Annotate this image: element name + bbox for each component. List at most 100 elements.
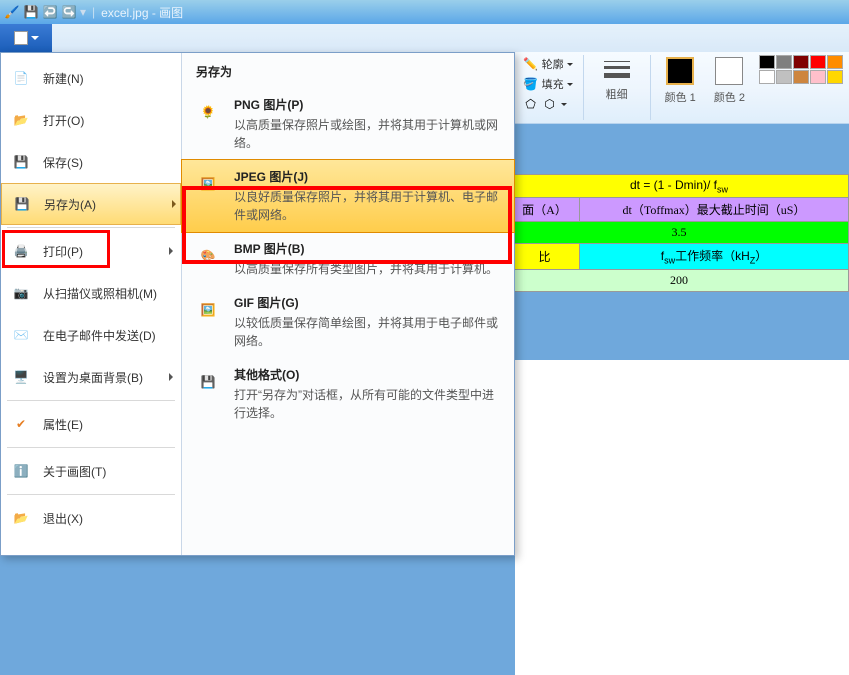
gif-icon: 🖼️ (192, 294, 224, 326)
fill-label: 填充 (542, 76, 564, 92)
file-menu-dropdown: 📄新建(N) 📂打开(O) 💾保存(S) 💾另存为(A) 🖨️打印(P) 📷从扫… (0, 52, 515, 556)
menu-set-desktop[interactable]: 🖥️ 设置为桌面背景(B) (1, 356, 181, 398)
color-palette[interactable] (759, 55, 843, 84)
menu-label: 属性(E) (43, 416, 83, 433)
thickness-group[interactable]: 粗细 (594, 55, 640, 120)
png-icon: 🌻 (192, 96, 224, 128)
menu-open[interactable]: 📂 打开(O) (1, 99, 181, 141)
quick-access-toolbar: 🖌️ 💾 ↩️ ↪️ ▾ (4, 4, 86, 20)
cell-formula: dt = (1 - Dmin)/ fsw (510, 175, 849, 198)
option-title: 其他格式(O) (234, 366, 504, 383)
saveas-png[interactable]: 🌻 PNG 图片(P) 以高质量保存照片或绘图，并将其用于计算机或网络。 (182, 88, 514, 160)
palette-group (759, 55, 843, 120)
cell-value: 200 (510, 269, 849, 291)
option-title: PNG 图片(P) (234, 96, 504, 113)
menu-exit[interactable]: 📂 退出(X) (1, 497, 181, 539)
shape-hex-icon[interactable]: ⬡ (542, 96, 558, 112)
line-samples-icon (598, 57, 636, 82)
menu-print[interactable]: 🖨️ 打印(P) (1, 230, 181, 272)
color1-group[interactable]: 颜色 1 (661, 55, 700, 120)
window-title: excel.jpg - 画图 (101, 4, 183, 21)
menu-about[interactable]: ℹ️ 关于画图(T) (1, 450, 181, 492)
email-icon: ✉️ (9, 323, 33, 347)
ribbon-tab-strip (0, 24, 849, 52)
file-tab[interactable] (0, 24, 52, 52)
shapes-outline-group: ✏️ 轮廓 🪣 填充 ⬠⬡ (523, 55, 573, 120)
background-spreadsheet: dt = (1 - Dmin)/ fsw 面（A）dt（Toffmax）最大截止… (509, 174, 849, 292)
separator: | (92, 5, 95, 19)
outline-label: 轮廓 (542, 56, 564, 72)
saveas-icon: 💾 (10, 192, 34, 216)
desktop-icon: 🖥️ (9, 365, 33, 389)
menu-label: 另存为(A) (44, 196, 96, 213)
shape-poly-icon[interactable]: ⬠ (523, 96, 539, 112)
chevron-right-icon (169, 247, 173, 255)
bucket-icon: 🪣 (523, 76, 539, 92)
chevron-down-icon (567, 83, 573, 86)
color2-label: 颜色 2 (714, 89, 745, 105)
menu-save[interactable]: 💾保存(S) (1, 141, 181, 183)
cell-label: 比 (510, 244, 580, 269)
divider (650, 55, 651, 120)
menu-email[interactable]: ✉️ 在电子邮件中发送(D) (1, 314, 181, 356)
menu-label: 设置为桌面背景(B) (43, 369, 143, 386)
menu-label: 退出(X) (43, 510, 83, 527)
panel-title: 另存为 (182, 53, 514, 88)
check-icon: ✔ (9, 412, 33, 436)
save-as-panel: 另存为 🌻 PNG 图片(P)以高质量保存照片或绘图，并将其用于计算机或网络。 … (181, 53, 514, 555)
separator (7, 227, 175, 228)
print-icon: 🖨️ (9, 239, 33, 263)
saveas-bmp[interactable]: 🎨 BMP 图片(B)以高质量保存所有类型图片，并将其用于计算机。 (182, 232, 514, 286)
menu-label: 新建(N) (43, 70, 84, 87)
menu-properties[interactable]: ✔ 属性(E) (1, 403, 181, 445)
option-title: GIF 图片(G) (234, 294, 504, 311)
thickness-label: 粗细 (606, 86, 628, 102)
option-desc: 以高质量保存照片或绘图，并将其用于计算机或网络。 (234, 116, 504, 152)
chevron-down-icon (567, 63, 573, 66)
option-desc: 以高质量保存所有类型图片，并将其用于计算机。 (234, 260, 504, 278)
menu-save-as[interactable]: 💾 另存为(A) (1, 183, 181, 225)
file-menu-list: 📄新建(N) 📂 打开(O) 💾保存(S) 💾 另存为(A) 🖨️ 打印(P) 📷 从扫… (1, 53, 181, 555)
cell-value: 3.5 (510, 222, 849, 244)
menu-label: 关于画图(T) (43, 463, 106, 480)
saveas-gif[interactable]: 🖼️ GIF 图片(G)以较低质量保存简单绘图，并将其用于电子邮件或网络。 (182, 286, 514, 358)
cell-freq-header: fsw工作频率（kHZ） (580, 244, 849, 269)
undo-icon[interactable]: ↩️ (42, 4, 58, 20)
separator (7, 494, 175, 495)
chevron-down-icon (31, 36, 39, 40)
scanner-icon: 📷 (9, 281, 33, 305)
jpeg-icon: 🖼️ (192, 168, 224, 200)
info-icon: ℹ️ (9, 459, 33, 483)
option-desc: 以良好质量保存照片，并将其用于计算机、电子邮件或网络。 (234, 188, 504, 224)
menu-label: 保存(S) (43, 154, 83, 171)
menu-scanner[interactable]: 📷 从扫描仪或照相机(M) (1, 272, 181, 314)
option-title: JPEG 图片(J) (234, 168, 504, 185)
color1-swatch (666, 57, 694, 85)
saveas-other[interactable]: 💾 其他格式(O) 打开“另存为”对话框，从所有可能的文件类型中进行选择。 (182, 358, 514, 430)
menu-label: 在电子邮件中发送(D) (43, 327, 156, 344)
separator (7, 400, 175, 401)
menu-label: 打印(P) (43, 243, 83, 260)
bmp-icon: 🎨 (192, 240, 224, 272)
chevron-right-icon (172, 200, 176, 208)
exit-icon: 📂 (9, 506, 33, 530)
canvas[interactable] (515, 360, 849, 675)
cell-header-b: dt（Toffmax）最大截止时间（uS） (580, 198, 849, 222)
option-desc: 打开“另存为”对话框，从所有可能的文件类型中进行选择。 (234, 386, 504, 422)
save-icon[interactable]: 💾 (23, 4, 39, 20)
open-icon: 📂 (9, 108, 33, 132)
redo-icon[interactable]: ↪️ (61, 4, 77, 20)
separator (7, 447, 175, 448)
divider (583, 55, 584, 120)
color2-swatch (715, 57, 743, 85)
other-format-icon: 💾 (192, 366, 224, 398)
saveas-jpeg[interactable]: 🖼️ JPEG 图片(J) 以良好质量保存照片，并将其用于计算机、电子邮件或网络。 (181, 159, 515, 233)
menu-label: 打开(O) (43, 112, 84, 129)
cell-header-a: 面（A） (510, 198, 580, 222)
menu-label: 从扫描仪或照相机(M) (43, 285, 157, 302)
color2-group[interactable]: 颜色 2 (710, 55, 749, 120)
outline-button[interactable]: ✏️ 轮廓 (523, 55, 573, 73)
menu-new[interactable]: 📄新建(N) (1, 57, 181, 99)
fill-button[interactable]: 🪣 填充 (523, 75, 573, 93)
chevron-right-icon (169, 373, 173, 381)
